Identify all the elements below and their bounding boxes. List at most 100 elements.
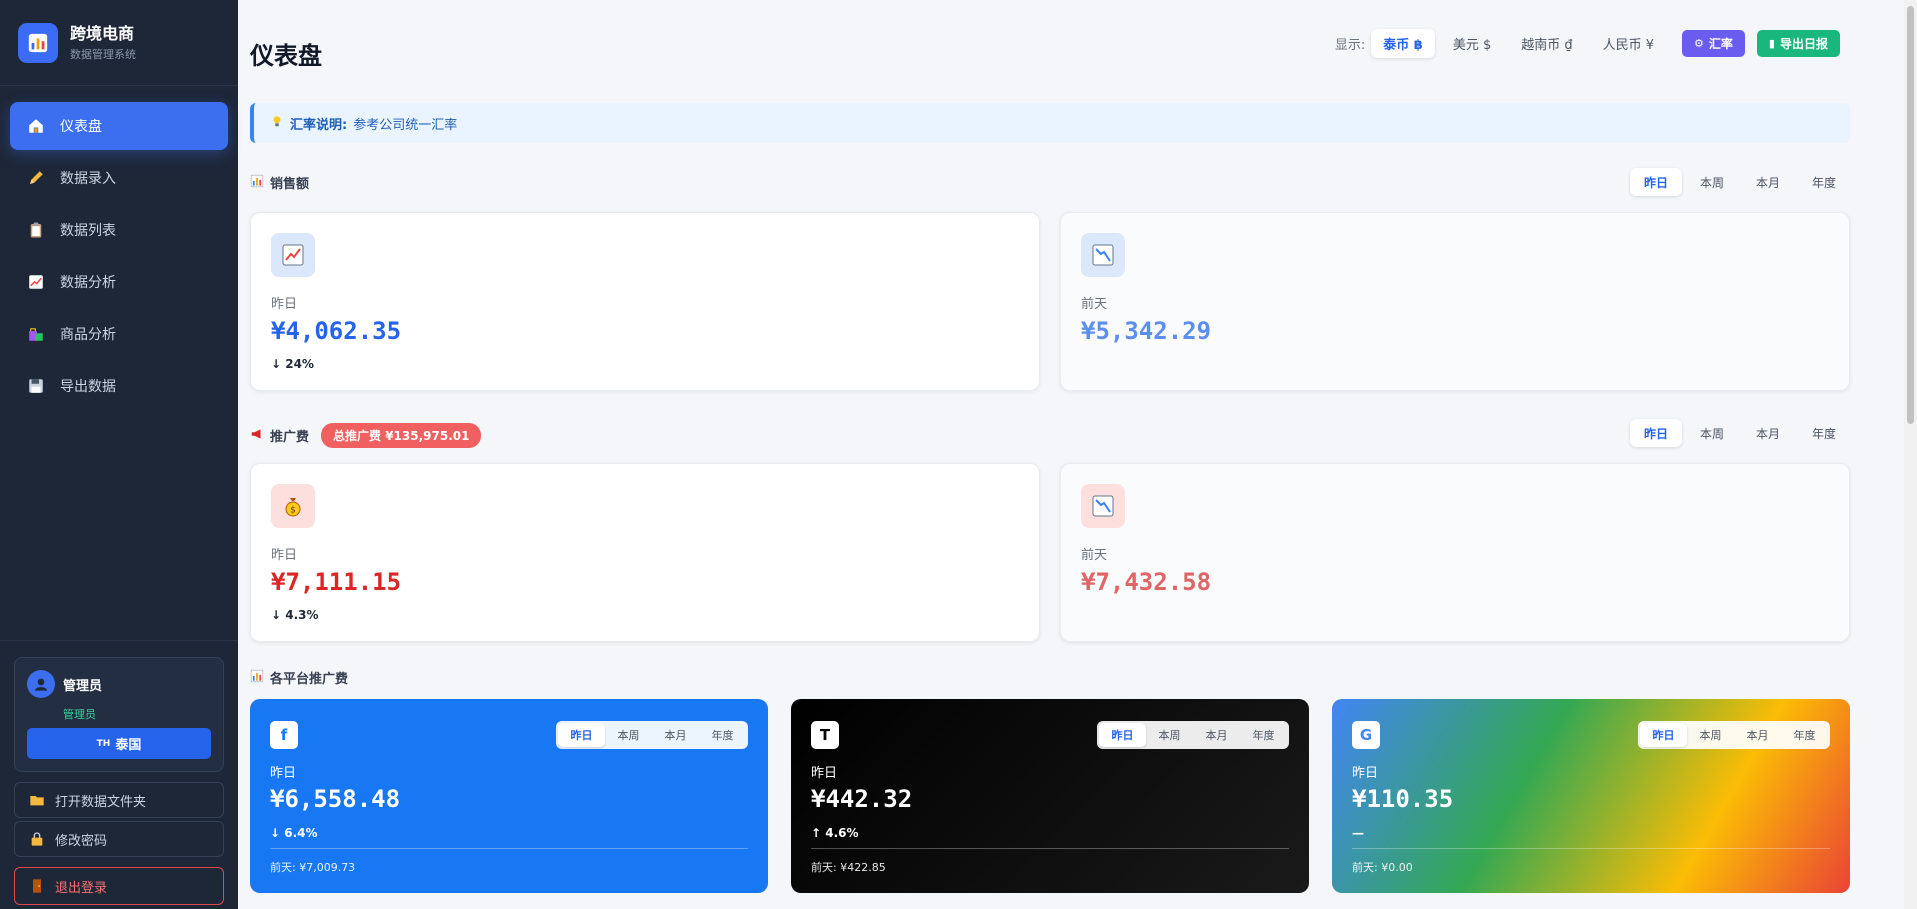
tiktok-previous: 前天: ¥422.85 xyxy=(811,861,886,874)
sidebar-item-label: 仪表盘 xyxy=(60,119,102,135)
scrollbar-thumb[interactable] xyxy=(1907,6,1914,424)
currency-toolbar: 显示: 泰币 ฿ 美元 $ 越南币 ₫ 人民币 ¥ ⚙ 汇率 ▮ 导出日报 xyxy=(1335,29,1840,58)
google-value: ¥110.35 xyxy=(1352,785,1454,813)
open-data-folder-button[interactable]: 打开数据文件夹 xyxy=(14,782,224,818)
tiktok-logo-icon: T xyxy=(811,721,839,749)
sales-section-title: 销售额 xyxy=(250,173,309,192)
tab-yesterday[interactable]: 昨日 xyxy=(1630,419,1682,447)
tab-this-week[interactable]: 本周 xyxy=(1146,723,1193,747)
tab-year[interactable]: 年度 xyxy=(1781,723,1828,747)
brand-subtitle: 数据管理系统 xyxy=(70,47,136,61)
brand: 跨境电商 数据管理系统 xyxy=(0,0,238,86)
sidebar-item-label: 数据列表 xyxy=(60,223,116,239)
facebook-logo-icon: f xyxy=(270,721,298,749)
ads-current-value: ¥7,111.15 xyxy=(271,568,402,596)
chart-down-icon xyxy=(1081,484,1125,528)
export-daily-report-button[interactable]: ▮ 导出日报 xyxy=(1756,30,1840,57)
tab-this-week[interactable]: 本周 xyxy=(1686,168,1738,196)
tab-yesterday[interactable]: 昨日 xyxy=(1630,168,1682,196)
facebook-period-tabs: 昨日 本周 本月 年度 xyxy=(556,721,748,749)
google-change: — xyxy=(1352,826,1364,840)
page-scrollbar[interactable] xyxy=(1904,0,1917,909)
chart-down-icon xyxy=(1081,233,1125,277)
sales-current-label: 昨日 xyxy=(271,297,298,312)
tab-yesterday[interactable]: 昨日 xyxy=(558,723,605,747)
ads-current-label: 昨日 xyxy=(271,548,298,563)
tab-this-month[interactable]: 本月 xyxy=(1193,723,1240,747)
export-daily-report-label: 导出日报 xyxy=(1779,37,1828,51)
logout-button[interactable]: 退出登录 xyxy=(14,867,224,905)
region-label: 泰国 xyxy=(115,738,142,753)
tab-year[interactable]: 年度 xyxy=(1798,168,1850,196)
sidebar-item-product-analysis[interactable]: 商品分析 xyxy=(10,310,228,358)
sales-current-card: 昨日 ¥4,062.35 ↓ 24% xyxy=(250,212,1040,391)
shopping-bags-icon xyxy=(26,324,46,344)
sidebar-item-data-entry[interactable]: 数据录入 xyxy=(10,154,228,202)
platforms-title: 各平台推广费 xyxy=(270,672,349,687)
tab-this-month[interactable]: 本月 xyxy=(652,723,699,747)
user-avatar-icon xyxy=(27,670,55,698)
sidebar: 跨境电商 数据管理系统 仪表盘 数据录入 数据列表 数据分析 商品分析 导出数据 xyxy=(0,0,238,909)
tab-year[interactable]: 年度 xyxy=(1798,419,1850,447)
tiktok-period-label: 昨日 xyxy=(811,766,838,781)
tab-this-week[interactable]: 本周 xyxy=(1686,419,1738,447)
tab-this-week[interactable]: 本周 xyxy=(1687,723,1734,747)
sidebar-item-export[interactable]: 导出数据 xyxy=(10,362,228,410)
tiktok-ad-card: T 昨日 本周 本月 年度 昨日 ¥442.32 ↑ 4.6% 前天: ¥422… xyxy=(791,699,1309,893)
sidebar-item-label: 导出数据 xyxy=(60,379,116,395)
sidebar-item-label: 数据分析 xyxy=(60,275,116,291)
google-period-tabs: 昨日 本周 本月 年度 xyxy=(1638,721,1830,749)
chart-up-icon xyxy=(26,272,46,292)
ads-section-title: 推广费 总推广费 ¥135,975.01 xyxy=(250,423,482,448)
region-button[interactable]: TH 泰国 xyxy=(27,728,211,759)
change-password-button[interactable]: 修改密码 xyxy=(14,821,224,857)
sales-title: 销售额 xyxy=(270,177,310,192)
sales-previous-label: 前天 xyxy=(1081,297,1108,312)
facebook-value: ¥6,558.48 xyxy=(270,785,401,813)
divider xyxy=(811,848,1289,849)
google-period-label: 昨日 xyxy=(1352,766,1379,781)
tiktok-value: ¥442.32 xyxy=(811,785,913,813)
sales-change: ↓ 24% xyxy=(271,357,314,371)
sidebar-item-dashboard[interactable]: 仪表盘 xyxy=(10,102,228,150)
sidebar-nav: 仪表盘 数据录入 数据列表 数据分析 商品分析 导出数据 xyxy=(0,86,238,410)
page-title: 仪表盘 xyxy=(250,42,322,70)
facebook-previous: 前天: ¥7,009.73 xyxy=(270,861,356,874)
tab-this-month[interactable]: 本月 xyxy=(1742,419,1794,447)
tab-yesterday[interactable]: 昨日 xyxy=(1099,723,1146,747)
folder-icon xyxy=(29,790,45,810)
tab-this-week[interactable]: 本周 xyxy=(605,723,652,747)
sidebar-item-data-analysis[interactable]: 数据分析 xyxy=(10,258,228,306)
sales-current-value: ¥4,062.35 xyxy=(271,317,402,345)
facebook-ad-card: f 昨日 本周 本月 年度 昨日 ¥6,558.48 ↓ 6.4% 前天: ¥7… xyxy=(250,699,768,893)
floppy-disk-icon xyxy=(26,376,46,396)
bar-chart-icon xyxy=(250,174,264,192)
currency-usd-button[interactable]: 美元 $ xyxy=(1441,29,1503,58)
megaphone-icon xyxy=(250,427,264,445)
currency-vnd-button[interactable]: 越南币 ₫ xyxy=(1509,29,1584,58)
tab-yesterday[interactable]: 昨日 xyxy=(1640,723,1687,747)
bar-chart-icon: ▮ xyxy=(1768,37,1775,50)
tab-this-month[interactable]: 本月 xyxy=(1734,723,1781,747)
platforms-section-title: 各平台推广费 xyxy=(250,668,348,687)
clipboard-icon xyxy=(26,220,46,240)
currency-thb-button[interactable]: 泰币 ฿ xyxy=(1371,29,1435,58)
region-flag: TH xyxy=(96,738,111,749)
bar-chart-icon xyxy=(250,669,264,687)
currency-cny-button[interactable]: 人民币 ¥ xyxy=(1591,29,1666,58)
sidebar-item-data-list[interactable]: 数据列表 xyxy=(10,206,228,254)
sidebar-item-label: 数据录入 xyxy=(60,171,116,187)
exchange-rate-button[interactable]: ⚙ 汇率 xyxy=(1682,30,1745,57)
brand-title: 跨境电商 xyxy=(70,23,135,43)
money-bag-icon: $ xyxy=(271,484,315,528)
gear-icon: ⚙ xyxy=(1694,37,1704,50)
lock-icon xyxy=(29,829,45,849)
lightbulb-icon xyxy=(270,114,284,132)
tab-year[interactable]: 年度 xyxy=(699,723,746,747)
tab-year[interactable]: 年度 xyxy=(1240,723,1287,747)
door-icon xyxy=(29,876,45,896)
display-label: 显示: xyxy=(1334,38,1366,53)
ads-previous-value: ¥7,432.58 xyxy=(1081,568,1212,596)
total-ad-spend-badge: 总推广费 ¥135,975.01 xyxy=(321,423,482,448)
tab-this-month[interactable]: 本月 xyxy=(1742,168,1794,196)
